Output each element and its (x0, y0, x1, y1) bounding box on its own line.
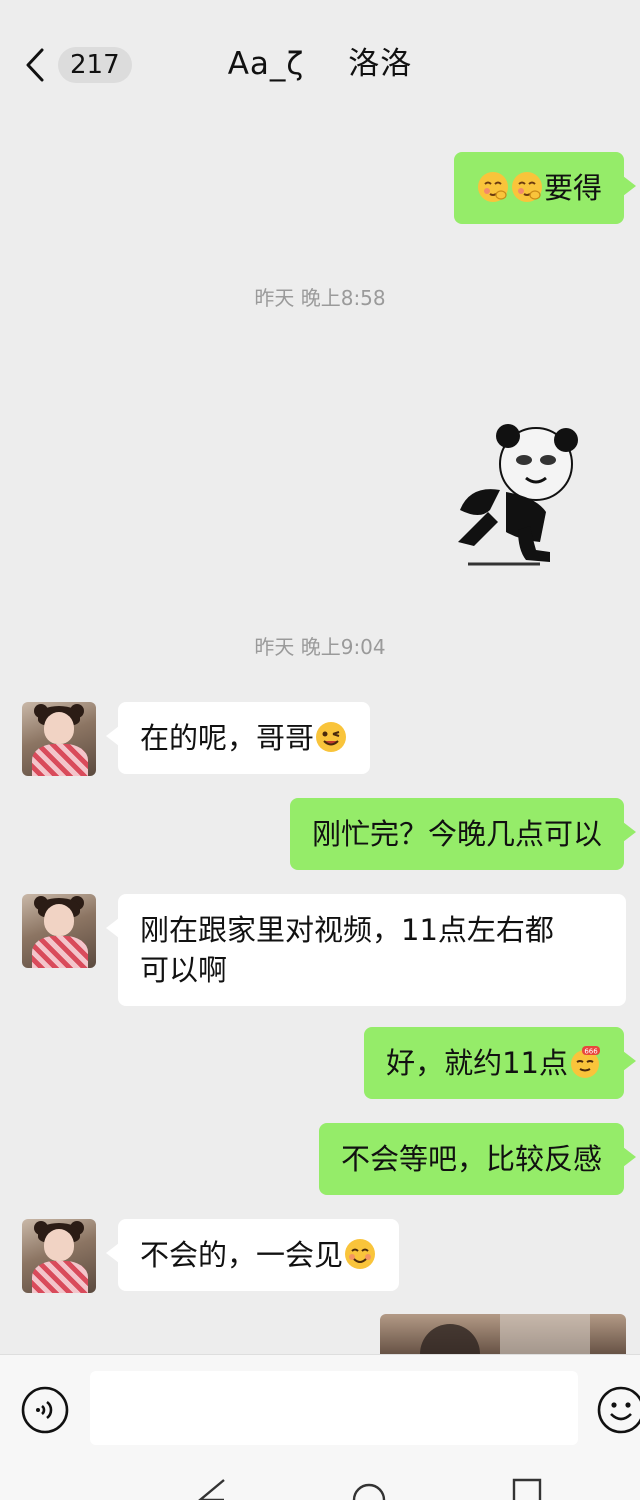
contact-avatar[interactable] (22, 702, 96, 776)
voice-icon[interactable] (20, 1385, 70, 1435)
message-bubble-outgoing[interactable]: 要得 (453, 152, 637, 224)
message-bubble-outgoing[interactable]: 不会等吧，比较反感 (318, 1123, 637, 1195)
contact-avatar[interactable] (22, 894, 96, 968)
message-text: 刚忙完？今晚几点可以 (311, 817, 602, 851)
message-text-line: 刚在跟家里对视频，11点左右都 (140, 913, 554, 947)
shy-face-emoji (511, 172, 542, 202)
home-circle-icon[interactable] (352, 1478, 386, 1500)
shy-face-emoji (477, 172, 508, 202)
message-input[interactable] (90, 1371, 578, 1445)
back-triangle-icon[interactable] (196, 1478, 228, 1500)
chat-title: Aa_ζ 洛洛 (0, 40, 640, 88)
message-text: 不会等吧，比较反感 (340, 1142, 602, 1176)
message-bubble-incoming[interactable]: 在的呢，哥哥 (105, 702, 371, 774)
timestamp: 昨天 晚上8:58 (254, 286, 386, 310)
timestamp: 昨天 晚上9:04 (254, 635, 386, 659)
chat-title-name: Aa_ζ (227, 46, 305, 82)
smile-emoji (345, 1239, 376, 1269)
message-text: 不会的，一会见 (140, 1238, 344, 1272)
svg-text:666: 666 (584, 1048, 598, 1056)
message-text: 要得 (543, 171, 602, 205)
contact-avatar[interactable] (22, 1219, 96, 1293)
666-emoji: 666 (571, 1046, 600, 1078)
recents-square-icon[interactable] (512, 1478, 542, 1500)
message-text: 好，就约11点 (386, 1046, 568, 1080)
message-bubble-outgoing[interactable]: 好，就约11点 666 (364, 1027, 636, 1099)
chat-header: 217 Aa_ζ 洛洛 (0, 0, 640, 108)
system-navigation-bar (0, 1464, 640, 1500)
message-bubble-incoming[interactable]: 不会的，一会见 (105, 1219, 400, 1291)
message-text: 在的呢，哥哥 (140, 721, 315, 755)
chat-title-remark: 洛洛 (348, 46, 413, 82)
message-text-line: 可以啊 (140, 953, 228, 987)
message-bubble-incoming[interactable]: 刚在跟家里对视频，11点左右都 可以啊 (106, 894, 626, 1006)
message-bubble-outgoing[interactable]: 刚忙完？今晚几点可以 (289, 798, 637, 870)
emoji-icon[interactable] (596, 1385, 640, 1435)
input-bar (0, 1354, 640, 1464)
panda-meme-sticker[interactable] (448, 420, 584, 570)
wink-emoji (316, 722, 347, 752)
